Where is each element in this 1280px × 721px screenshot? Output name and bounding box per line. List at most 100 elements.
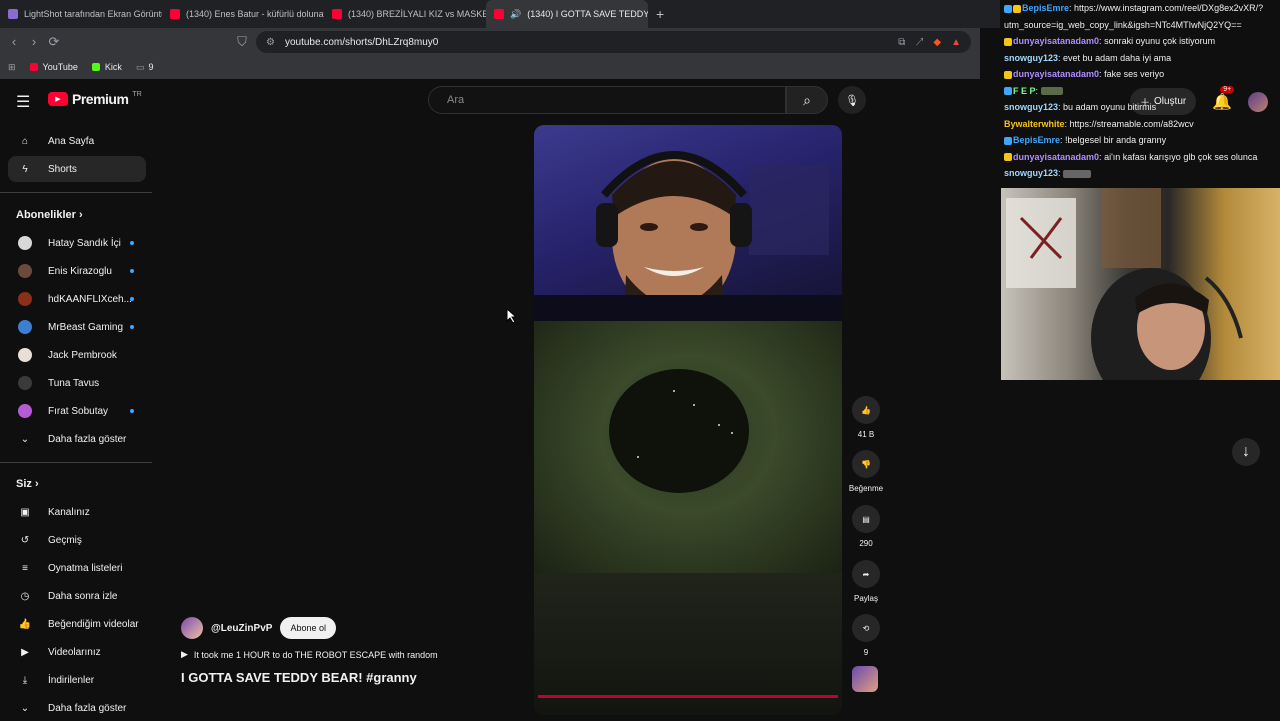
sidebar-item-watch-later[interactable]: ◷ Daha sonra izle: [8, 583, 146, 609]
sidebar-subscription[interactable]: Tuna Tavus: [8, 370, 146, 396]
next-short-button[interactable]: ↓: [1232, 438, 1260, 466]
speaker-icon: 🔊: [510, 8, 522, 19]
shorts-video-player[interactable]: [534, 125, 842, 715]
heading-label: Abonelikler: [16, 209, 76, 221]
related-video-link[interactable]: ▶ It took me 1 HOUR to do THE ROBOT ESCAP…: [181, 649, 521, 660]
bookmark-youtube[interactable]: YouTube: [29, 62, 78, 72]
browser-tab-strip: LightShot tarafından Ekran Görüntüs (134…: [0, 0, 1000, 28]
tab-title: (1340) BREZİLYALI KIZ vs MASKELİ AD: [348, 9, 486, 19]
brave-shield-icon[interactable]: ◆: [933, 37, 941, 48]
show-more-subscriptions[interactable]: ⌄ Daha fazla göster: [8, 426, 146, 452]
site-info-icon[interactable]: ⚙: [266, 37, 275, 48]
new-content-dot: [130, 241, 134, 245]
sound-thumbnail[interactable]: [852, 666, 878, 692]
emote-icon: [1063, 169, 1092, 178]
chevron-right-icon: ›: [78, 209, 83, 221]
chat-badge-icon: [1004, 153, 1012, 162]
search-input[interactable]: Ara: [428, 86, 786, 114]
browser-tab[interactable]: (1340) Enes Batur - küfürlü dolunay: [162, 0, 324, 28]
youtube-play-icon: ▶: [48, 92, 68, 106]
chat-message: snowguy123: evet bu adam daha iyi ama: [1004, 52, 1172, 63]
sidebar-item-label: Ana Sayfa: [48, 135, 95, 147]
play-icon: ▶: [181, 649, 188, 659]
kick-icon: [91, 63, 100, 71]
bookmark-kick[interactable]: Kick: [91, 62, 122, 72]
sidebar-subscription[interactable]: Enis Kirazoglu: [8, 258, 146, 284]
share-button[interactable]: ➦ Paylaş: [851, 560, 881, 603]
chat-username: dunyayisatanadam0: [1013, 36, 1100, 46]
sidebar-item-liked-videos[interactable]: 👍 Beğendiğim videolar: [8, 611, 146, 637]
sidebar-subscription[interactable]: MrBeast Gaming: [8, 314, 146, 340]
new-tab-button[interactable]: +: [648, 6, 672, 22]
search-icon: ⌕: [803, 91, 811, 108]
video-icon: ▶: [21, 646, 29, 658]
sidebar-item-playlists[interactable]: ≡ Oynatma listeleri: [8, 555, 146, 581]
chat-text: https://www.instagram.com/reel/DXg8ex2vX…: [1074, 3, 1264, 13]
bookmark-icon[interactable]: ⛉: [232, 34, 252, 50]
tab-favicon: [8, 9, 18, 19]
sidebar-item-your-videos[interactable]: ▶ Videolarınız: [8, 639, 146, 665]
sidebar-item-downloads[interactable]: ⤓ İndirilenler: [8, 667, 146, 693]
chat-message: snowguy123:: [1004, 165, 1280, 182]
sidebar-item-shorts[interactable]: ϟ Shorts: [8, 156, 146, 182]
playlist-icon: ≡: [22, 562, 28, 574]
tab-title: (1340) I GOTTA SAVE TEDDY B: [527, 9, 648, 19]
sidebar-item-label: Videolarınız: [48, 646, 101, 658]
channel-avatar: [18, 236, 32, 250]
bookmark-folder[interactable]: ▭ 9: [136, 62, 154, 73]
subscriptions-heading[interactable]: Abonelikler ›: [16, 209, 83, 221]
sidebar-subscription[interactable]: Fırat Sobutay: [8, 398, 146, 424]
youtube-icon: [29, 63, 38, 71]
subscribe-button[interactable]: Abone ol: [280, 617, 336, 639]
remix-count: 9: [863, 648, 869, 657]
voice-search-button[interactable]: 🎙: [838, 86, 866, 114]
channel-name[interactable]: @LeuZinPvP: [211, 623, 272, 634]
sidebar-item-your-channel[interactable]: ▣ Kanalınız: [8, 499, 146, 525]
like-button[interactable]: 👍 41 B: [851, 396, 881, 439]
chat-username: BepisEmre: [1013, 135, 1061, 145]
chat-message: dunyayisatanadam0: fake ses veriyo: [1004, 66, 1280, 83]
address-bar[interactable]: ⚙ youtube.com/shorts/DhLZrq8muy0 ⧉↗ ◆ ▲: [256, 31, 971, 53]
sidebar-subscription[interactable]: hdKAANFLIXceh...: [8, 286, 146, 312]
dislike-button[interactable]: 👎 Beğenme: [849, 450, 883, 493]
remix-icon: ⟲: [852, 614, 880, 642]
sidebar-item-history[interactable]: ↺ Geçmiş: [8, 527, 146, 553]
you-heading[interactable]: Siz ›: [16, 478, 39, 490]
chat-text: fake ses veriyo: [1104, 69, 1165, 79]
channel-avatar[interactable]: [181, 617, 203, 639]
browser-tab[interactable]: (1340) BREZİLYALI KIZ vs MASKELİ AD: [324, 0, 486, 28]
chat-username: snowguy123: [1004, 168, 1059, 178]
sidebar-subscription[interactable]: Jack Pembrook: [8, 342, 146, 368]
mouse-cursor-icon: [506, 308, 518, 324]
browser-tab-active[interactable]: 🔊(1340) I GOTTA SAVE TEDDY B✕: [486, 0, 648, 28]
chat-text: bu adam oyunu bitirmis: [1063, 102, 1157, 112]
back-icon[interactable]: ‹: [4, 34, 24, 49]
share-icon[interactable]: ⧉↗: [898, 37, 933, 48]
chat-username: F E P: [1013, 85, 1036, 96]
remix-button[interactable]: ⟲ 9: [851, 614, 881, 657]
search-button[interactable]: ⌕: [786, 86, 828, 114]
channel-avatar: [18, 376, 32, 390]
menu-icon[interactable]: ☰: [16, 92, 30, 112]
chevron-down-icon: ⌄: [20, 702, 30, 714]
browser-tab[interactable]: LightShot tarafından Ekran Görüntüs: [0, 0, 162, 28]
sidebar-item-label: Daha fazla göster: [48, 433, 127, 445]
chat-username: snowguy123: [1004, 102, 1059, 112]
sidebar-item-show-more[interactable]: ⌄ Daha fazla göster: [8, 695, 146, 721]
comments-button[interactable]: ▤ 290: [851, 505, 881, 548]
brave-rewards-icon[interactable]: ▲: [951, 37, 961, 48]
apps-grid-icon[interactable]: ⊞: [8, 62, 16, 73]
webcam-image: [1006, 188, 1243, 380]
chat-username: dunyayisatanadam0: [1013, 151, 1100, 162]
sidebar-subscription[interactable]: Hatay Sandık İçi: [8, 230, 146, 256]
video-progress-bar[interactable]: [538, 695, 838, 698]
new-content-dot: [130, 325, 134, 329]
chat-text: !belgesel bir anda granny: [1065, 135, 1167, 145]
chat-badge-icon: [1013, 4, 1021, 13]
youtube-logo[interactable]: ▶ Premium TR: [48, 91, 142, 107]
forward-icon[interactable]: ›: [24, 34, 44, 49]
shorts-icon: ϟ: [22, 163, 28, 175]
reload-icon[interactable]: ⟳: [44, 34, 64, 50]
sidebar-item-label: Shorts: [48, 163, 77, 175]
sidebar-item-home[interactable]: ⌂ Ana Sayfa: [8, 128, 146, 154]
